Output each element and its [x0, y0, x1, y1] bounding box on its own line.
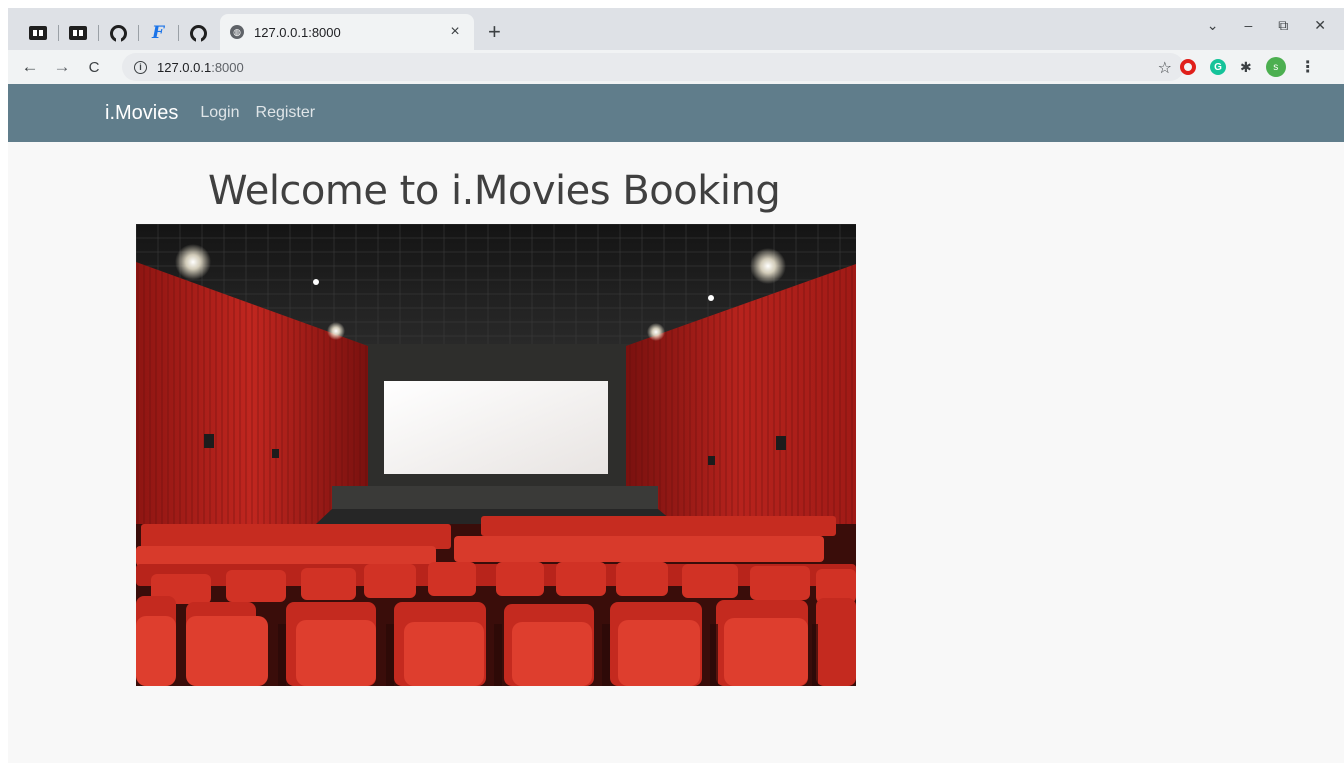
pinned-tab-5[interactable]	[178, 16, 218, 50]
pinned-tab-3[interactable]	[98, 16, 138, 50]
video-icon	[69, 26, 87, 40]
tab-close-icon[interactable]: ×	[446, 23, 464, 41]
active-tab[interactable]: ◍ 127.0.0.1:8000 ×	[220, 14, 474, 50]
window-controls: ⌄ – ⧉ ✕	[1207, 8, 1344, 42]
profile-avatar[interactable]: s	[1265, 57, 1286, 77]
new-tab-button[interactable]: +	[488, 16, 501, 50]
f-logo-icon: F	[151, 23, 165, 43]
bookmark-star-icon[interactable]: ☆	[1158, 58, 1172, 78]
grammarly-extension-icon[interactable]: G	[1210, 59, 1226, 75]
github-icon	[189, 24, 207, 42]
extensions-puzzle-icon[interactable]: ✱	[1240, 59, 1252, 76]
tab-title: 127.0.0.1:8000	[254, 24, 341, 40]
nav-login-link[interactable]: Login	[200, 104, 239, 122]
pinned-tab-4[interactable]: F	[138, 16, 178, 50]
url-host: 127.0.0.1	[157, 59, 212, 75]
pinned-tab-2[interactable]	[58, 16, 98, 50]
nav-register-link[interactable]: Register	[256, 104, 316, 122]
page-title: Welcome to i.Movies Booking	[208, 168, 781, 214]
minimize-button[interactable]: –	[1244, 17, 1252, 33]
browser-toolbar: ← → C i 127.0.0.1:8000 ☆ G ✱ s ⋮	[8, 50, 1344, 84]
site-navbar: i.Movies Login Register	[8, 84, 1344, 142]
browser-menu-icon[interactable]: ⋮	[1300, 57, 1316, 77]
pinned-tabs: F	[8, 16, 218, 50]
pinned-tab-1[interactable]	[18, 16, 58, 50]
extensions-area: G ✱ s ⋮	[1180, 50, 1316, 84]
info-icon[interactable]: i	[134, 60, 147, 74]
opera-extension-icon[interactable]	[1180, 59, 1196, 75]
url-port: :8000	[211, 59, 244, 75]
browser-tab-strip: F ◍ 127.0.0.1:8000 × + ⌄ – ⧉ ✕	[8, 8, 1344, 50]
globe-icon: ◍	[230, 25, 244, 39]
address-bar[interactable]: i 127.0.0.1:8000 ☆	[122, 53, 1184, 81]
restore-button[interactable]: ⧉	[1278, 17, 1288, 34]
brand-link[interactable]: i.Movies	[105, 102, 178, 125]
reload-icon[interactable]: C	[78, 59, 110, 76]
window-close-button[interactable]: ✕	[1314, 17, 1326, 34]
tab-search-icon[interactable]: ⌄	[1207, 17, 1219, 34]
video-icon	[29, 26, 47, 40]
page-content: Welcome to i.Movies Booking	[8, 142, 1344, 763]
cinema-hall-image	[136, 224, 856, 686]
forward-arrow-icon[interactable]: →	[46, 57, 78, 77]
back-arrow-icon[interactable]: ←	[14, 57, 46, 77]
github-icon	[109, 24, 127, 42]
